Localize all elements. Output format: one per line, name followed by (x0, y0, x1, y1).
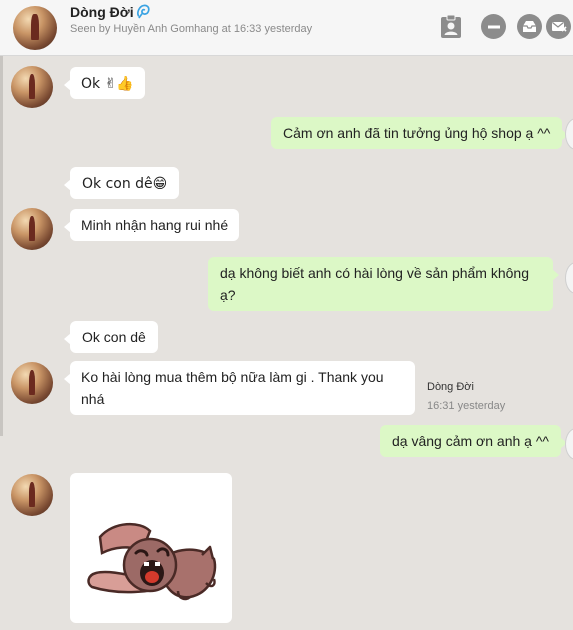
incoming-message: Ko hài lòng mua thêm bộ nữa làm gi . Tha… (64, 361, 415, 415)
close-icon (551, 22, 567, 32)
archive-icon (523, 21, 536, 32)
scrollbar[interactable] (0, 56, 3, 436)
message-sender-name: Dòng Đời (427, 381, 474, 393)
incoming-message: Minh nhận hang rui nhé (63, 209, 240, 241)
incoming-message: Ok con dê😁 (63, 167, 180, 199)
sender-avatar[interactable] (11, 474, 53, 516)
sticker-message[interactable] (70, 473, 232, 623)
read-receipt-avatar (565, 428, 573, 460)
incoming-message: Ok con dê (64, 321, 158, 353)
chat-header: Dòng Đời Seen by Huyền Anh Gomhang at 16… (0, 0, 573, 56)
outgoing-message: dạ không biết anh có hài lòng về sản phẩ… (208, 257, 559, 311)
archive-button[interactable] (517, 14, 542, 39)
read-receipt-avatar (565, 118, 573, 150)
incoming-message: Ok ✌👍 (64, 67, 145, 99)
contact-card-icon[interactable] (438, 14, 464, 40)
crying-pug-sticker (87, 523, 217, 601)
outgoing-message: dạ vâng cảm ơn anh ạ ^^ (380, 425, 567, 457)
sender-avatar[interactable] (11, 362, 53, 404)
sender-avatar[interactable] (11, 208, 53, 250)
verified-icon (137, 4, 150, 19)
contact-avatar[interactable] (13, 6, 57, 50)
sender-avatar[interactable] (11, 66, 53, 108)
seen-status: Seen by Huyền Anh Gomhang at 16:33 yeste… (70, 23, 313, 35)
message-timestamp: 16:31 yesterday (427, 400, 506, 412)
contact-name[interactable]: Dòng Đời (70, 4, 134, 20)
read-receipt-avatar (565, 262, 573, 294)
minimize-icon (487, 25, 500, 28)
close-chat-button[interactable] (546, 14, 571, 39)
outgoing-message: Cảm ơn anh đã tin tưởng ủng hộ shop ạ ^^ (271, 117, 569, 149)
minimize-button[interactable] (481, 14, 506, 39)
